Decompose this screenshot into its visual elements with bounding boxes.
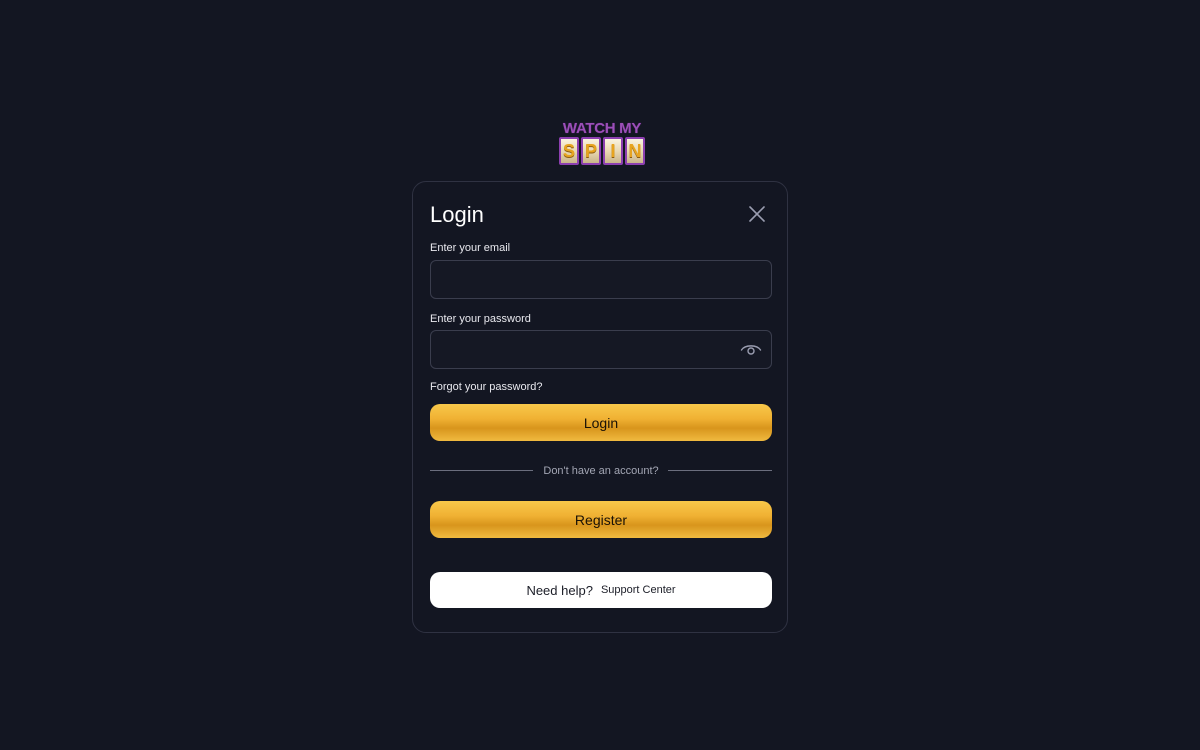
logo-top-text: WATCH MY (562, 120, 642, 137)
divider-left (430, 470, 533, 471)
close-button[interactable] (746, 203, 768, 225)
register-button[interactable]: Register (430, 501, 772, 538)
logo-reel: S (559, 137, 579, 165)
password-label: Enter your password (430, 313, 531, 325)
help-text: Need help? (526, 582, 593, 598)
divider-right (668, 470, 772, 471)
password-field[interactable] (431, 331, 771, 368)
logo-reel: P (581, 137, 601, 165)
email-field-box (430, 260, 772, 299)
show-password-button[interactable] (740, 340, 762, 360)
password-field-box (430, 330, 772, 369)
email-field[interactable] (431, 261, 771, 298)
help-bar: Need help? Support Center (430, 572, 772, 608)
eye-icon (740, 345, 762, 355)
brand-logo: WATCH MY S P I N (558, 121, 646, 169)
close-icon (749, 206, 765, 222)
support-center-link[interactable]: Support Center (601, 584, 676, 596)
email-label: Enter your email (430, 242, 511, 254)
forgot-password-link[interactable]: Forgot your password? (430, 380, 543, 394)
login-button[interactable]: Login (430, 404, 772, 441)
logo-reel: I (603, 137, 623, 165)
logo-reels: S P I N (559, 137, 645, 165)
divider-text: Don't have an account? (543, 465, 659, 477)
logo-reel: N (625, 137, 645, 165)
modal-title: Login (430, 202, 484, 227)
login-modal: Login Enter your email Enter your passwo… (412, 181, 788, 633)
